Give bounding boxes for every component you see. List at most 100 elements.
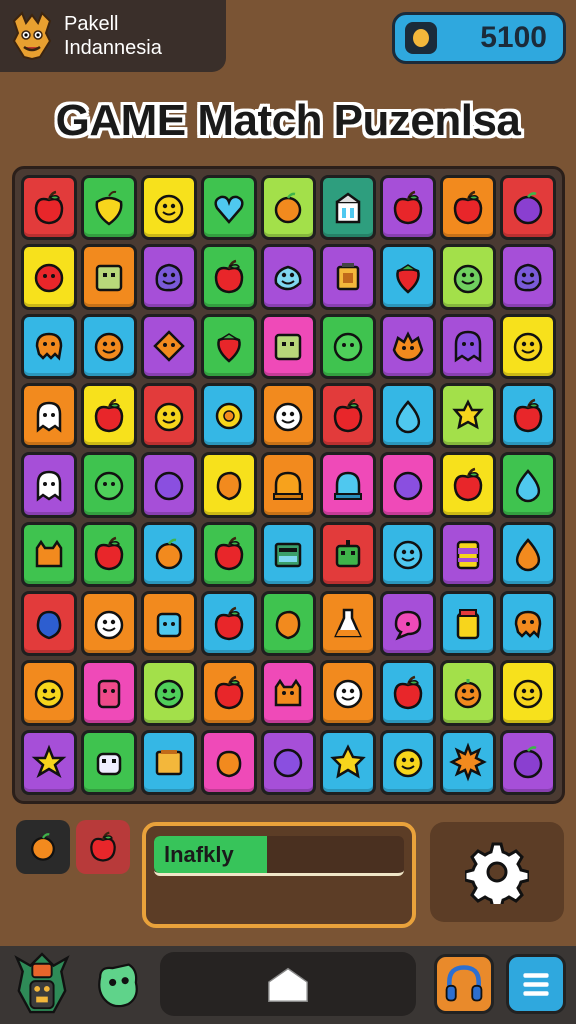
tile-apple[interactable]: [320, 383, 377, 449]
tile-diamond[interactable]: [140, 313, 197, 379]
tile-orange[interactable]: [140, 521, 197, 587]
cat-icon: [35, 540, 63, 568]
jelly-icon: [156, 612, 181, 637]
tile-heart[interactable]: [200, 175, 257, 241]
smiley-icon: [34, 679, 64, 709]
tile-apple[interactable]: [380, 175, 437, 241]
tile-smiley-orange[interactable]: [80, 313, 137, 379]
tile-tank[interactable]: [260, 521, 317, 587]
tile-smiley-blue[interactable]: [380, 521, 437, 587]
tile-drop-orange[interactable]: [500, 521, 556, 587]
tile-mango[interactable]: [260, 591, 317, 657]
tile-apple[interactable]: [200, 591, 257, 657]
tile-apple[interactable]: [200, 244, 257, 310]
tile-strawberry[interactable]: [200, 313, 257, 379]
tile-apple[interactable]: [440, 452, 497, 518]
tile-plum[interactable]: [500, 729, 556, 795]
tile-apple[interactable]: [21, 175, 77, 241]
diamond-icon: [152, 330, 185, 363]
tile-apple[interactable]: [200, 521, 257, 587]
tile-dome-blue[interactable]: [320, 452, 377, 518]
progress-label: lnafkly: [164, 842, 234, 867]
tile-strawberry[interactable]: [380, 244, 437, 310]
tile-jar[interactable]: [440, 591, 497, 657]
tile-apple[interactable]: [440, 175, 497, 241]
tile-cup[interactable]: [80, 660, 137, 726]
tile-potion[interactable]: [320, 591, 377, 657]
tile-blob[interactable]: [500, 244, 556, 310]
tile-sun[interactable]: [200, 383, 257, 449]
tile-monster[interactable]: [380, 313, 437, 379]
tile-box[interactable]: [260, 313, 317, 379]
tile-dome[interactable]: [260, 452, 317, 518]
tile-pumpkin[interactable]: [440, 660, 497, 726]
tile-speech[interactable]: [380, 591, 437, 657]
tile-berry[interactable]: [21, 591, 77, 657]
tile-smiley[interactable]: [380, 729, 437, 795]
apple-icon: [453, 190, 483, 224]
tile-face-white[interactable]: [80, 591, 137, 657]
tile-starfish[interactable]: [21, 729, 77, 795]
tile-robot-white[interactable]: [80, 729, 137, 795]
tile-box[interactable]: [80, 244, 137, 310]
tile-smiley[interactable]: [500, 313, 556, 379]
nav-character-button[interactable]: [10, 950, 74, 1020]
tile-peach[interactable]: [200, 729, 257, 795]
tile-lemon[interactable]: [80, 175, 137, 241]
tile-jelly[interactable]: [140, 591, 197, 657]
tile-star[interactable]: [320, 729, 377, 795]
peach-icon: [216, 751, 241, 778]
tile-frog[interactable]: [440, 244, 497, 310]
nav-audio-button[interactable]: [434, 954, 494, 1014]
tile-smiley[interactable]: [500, 660, 556, 726]
tile-spiky[interactable]: [440, 729, 497, 795]
tile-plum[interactable]: [500, 175, 556, 241]
tile-lime[interactable]: [320, 313, 377, 379]
tile-box-yellow[interactable]: [140, 729, 197, 795]
reserve-slot-orange[interactable]: [16, 820, 70, 874]
tile-grape[interactable]: [380, 452, 437, 518]
blob-icon: [155, 263, 183, 292]
tile-cat-orange[interactable]: [260, 660, 317, 726]
nav-menu-button[interactable]: [506, 954, 566, 1014]
face-white-icon: [334, 679, 363, 709]
tile-cloud[interactable]: [260, 244, 317, 310]
tile-mango[interactable]: [200, 452, 257, 518]
tile-face-white[interactable]: [260, 383, 317, 449]
tile-smiley[interactable]: [21, 660, 77, 726]
tile-smiley[interactable]: [140, 175, 197, 241]
tile-face-white[interactable]: [320, 660, 377, 726]
tile-robot[interactable]: [320, 521, 377, 587]
tile-ghost-white[interactable]: [21, 452, 77, 518]
orange-icon: [155, 538, 182, 570]
tile-ghost[interactable]: [440, 313, 497, 379]
tile-squid[interactable]: [500, 591, 556, 657]
tile-apple[interactable]: [80, 383, 137, 449]
tile-drop[interactable]: [380, 383, 437, 449]
ghost-icon: [454, 331, 482, 363]
tile-house[interactable]: [320, 175, 377, 241]
settings-button[interactable]: [430, 822, 564, 922]
nav-home-button[interactable]: [160, 952, 416, 1016]
tile-ghost-white[interactable]: [21, 383, 77, 449]
tile-star-badge[interactable]: [440, 383, 497, 449]
tile-drop[interactable]: [500, 452, 556, 518]
tile-lime-face[interactable]: [140, 660, 197, 726]
tile-tomato[interactable]: [21, 244, 77, 310]
tile-cat[interactable]: [21, 521, 77, 587]
tile-blob[interactable]: [140, 244, 197, 310]
nav-monster-button[interactable]: [90, 958, 146, 1014]
tile-apple[interactable]: [200, 660, 257, 726]
tile-apple[interactable]: [80, 521, 137, 587]
reserve-slot-apple[interactable]: [76, 820, 130, 874]
tile-smiley[interactable]: [140, 383, 197, 449]
tile-can[interactable]: [440, 521, 497, 587]
tile-squid[interactable]: [21, 313, 77, 379]
tile-apple[interactable]: [380, 660, 437, 726]
tile-orange[interactable]: [260, 175, 317, 241]
tile-lantern[interactable]: [320, 244, 377, 310]
tile-grape[interactable]: [140, 452, 197, 518]
tile-apple[interactable]: [500, 383, 556, 449]
tile-lime[interactable]: [80, 452, 137, 518]
tile-grape[interactable]: [260, 729, 317, 795]
